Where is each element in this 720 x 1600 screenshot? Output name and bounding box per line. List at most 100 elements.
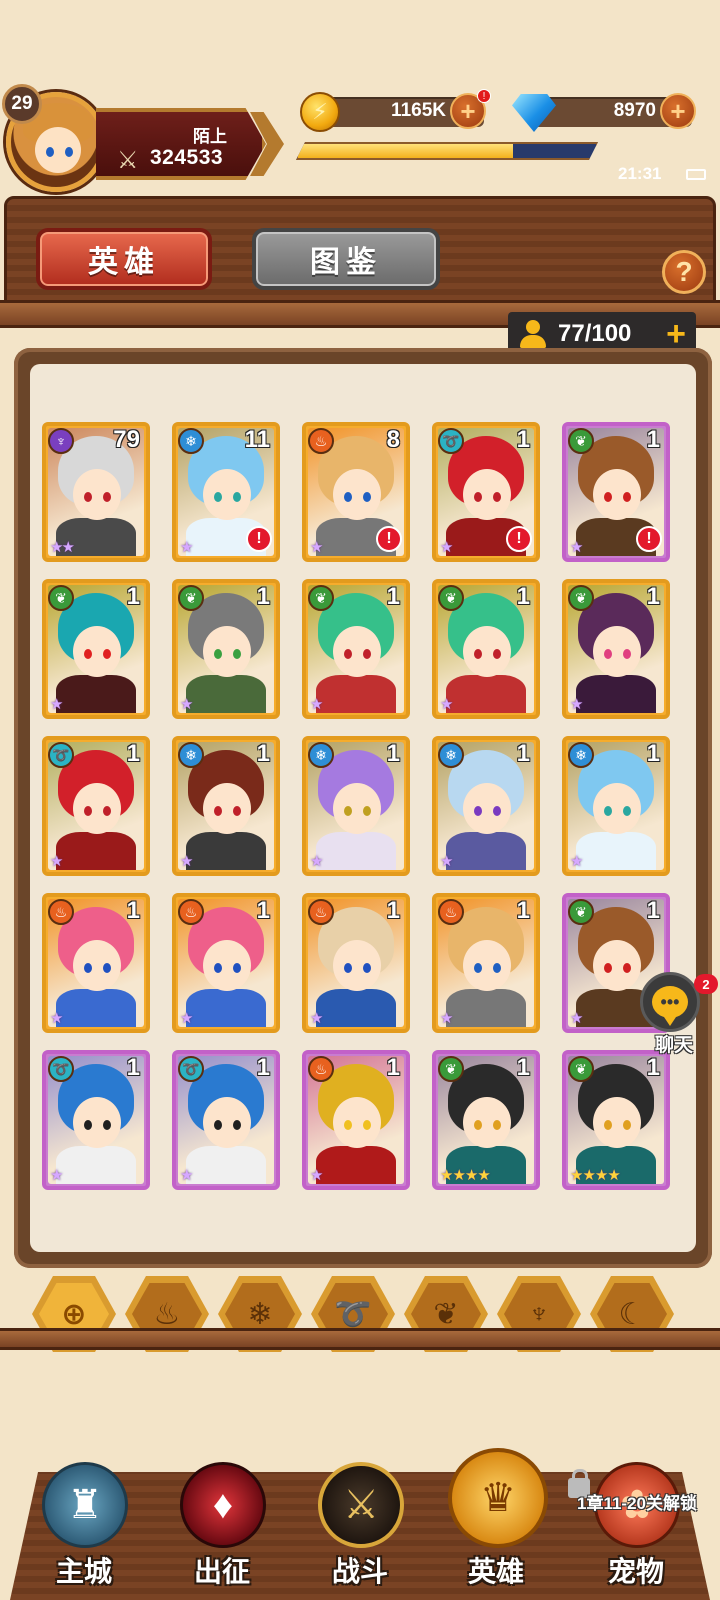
tab-heroes[interactable]: 英雄: [36, 228, 212, 290]
nav-battle-label: 战斗: [331, 1556, 388, 1587]
hero-card[interactable]: ➰ 1 ★: [42, 1050, 150, 1190]
add-gems-button[interactable]: +: [660, 93, 696, 129]
element-water-icon: ❄: [568, 742, 594, 768]
hero-star-rating: ★: [180, 696, 194, 713]
hero-level: 1: [646, 897, 660, 924]
hero-star-rating: ★: [440, 853, 454, 870]
nav-heroes[interactable]: ♛ 英雄: [436, 1448, 556, 1600]
player-level-badge: 29: [2, 84, 42, 124]
hero-level: 1: [516, 426, 530, 453]
nav-pets[interactable]: ✿ 宠物: [576, 1462, 696, 1600]
hero-card[interactable]: ❦ 1 ★★★★: [562, 1050, 670, 1190]
hero-card[interactable]: ❦ 1 ★: [432, 579, 540, 719]
wood-divider-bottom: [0, 1328, 720, 1350]
hero-card[interactable]: ❦ 1 ★: [42, 579, 150, 719]
hero-card[interactable]: ♨ 1 ★: [432, 893, 540, 1033]
gem-amount: 8970: [613, 100, 656, 121]
chat-bubble-icon: •••: [652, 986, 688, 1026]
hero-card[interactable]: ❦ 1 ★: [302, 579, 410, 719]
hero-level: 1: [126, 1054, 140, 1081]
element-fire-icon: ♨: [48, 899, 74, 925]
hero-card[interactable]: ➰ 1 ★: [172, 1050, 280, 1190]
hero-grid[interactable]: ♆ 79 ★★ ❄ 11 ★! ♨ 8 ★! ➰ 1 ★! ❦ 1 ★! ❦ 1 ★ ❦ 1 ★ ❦ 1 ★ ❦ 1 ★ ❦ 1 ★ ➰ 1 ★…: [30, 364, 696, 1252]
hero-level: 8: [386, 426, 400, 453]
element-wind-icon: ➰: [178, 1056, 204, 1082]
element-nature-icon: ❦: [438, 1056, 464, 1082]
hero-star-rating: ★: [570, 539, 584, 556]
nav-heroes-label: 英雄: [467, 1556, 524, 1587]
hero-level: 11: [244, 426, 270, 453]
hero-card[interactable]: ❄ 11 ★!: [172, 422, 280, 562]
hero-card[interactable]: ♨ 1 ★: [172, 893, 280, 1033]
hero-star-rating: ★: [50, 853, 64, 870]
hero-card[interactable]: ❦ 1 ★★★★: [432, 1050, 540, 1190]
hero-star-rating: ★: [570, 696, 584, 713]
hero-card[interactable]: ➰ 1 ★: [42, 736, 150, 876]
nav-expedition-label: 出征: [193, 1556, 250, 1587]
hero-star-rating: ★: [570, 1010, 584, 1027]
hero-card[interactable]: ♨ 8 ★!: [302, 422, 410, 562]
element-nature-icon: ❦: [568, 899, 594, 925]
element-wind-icon: ➰: [48, 742, 74, 768]
person-icon: [520, 320, 546, 348]
hero-level: 1: [386, 740, 400, 767]
element-fire-icon: ♨: [308, 428, 334, 454]
golden-helmet-icon: ♛: [448, 1448, 548, 1548]
gold-alert-badge: !: [477, 89, 491, 103]
hero-level: 1: [386, 897, 400, 924]
hero-level: 1: [126, 897, 140, 924]
hero-grid-frame: ♆ 79 ★★ ❄ 11 ★! ♨ 8 ★! ➰ 1 ★! ❦ 1 ★! ❦ 1 ★ ❦ 1 ★ ❦ 1 ★ ❦ 1 ★ ❦ 1 ★ ➰ 1 ★…: [14, 348, 712, 1268]
battery-icon: [686, 169, 706, 180]
nav-pets-label: 宠物: [607, 1556, 664, 1587]
nav-battle[interactable]: ⚔ 战斗: [300, 1462, 420, 1600]
hero-card[interactable]: ♨ 1 ★: [42, 893, 150, 1033]
hero-level: 1: [256, 1054, 270, 1081]
element-fire-icon: ♨: [178, 899, 204, 925]
hero-star-rating: ★: [310, 696, 324, 713]
hero-star-rating: ★★★★: [570, 1167, 621, 1184]
hero-card[interactable]: ♨ 1 ★: [302, 893, 410, 1033]
hero-card[interactable]: ❦ 1 ★: [172, 579, 280, 719]
gold-coin-icon: ⚡: [300, 92, 340, 132]
hero-card[interactable]: ❦ 1 ★: [562, 579, 670, 719]
hero-level: 1: [386, 583, 400, 610]
hero-star-rating: ★: [50, 1010, 64, 1027]
hero-card[interactable]: ➰ 1 ★!: [432, 422, 540, 562]
pets-unlock-requirement: 1章11-20关解锁: [577, 1494, 697, 1513]
hero-star-rating: ★: [310, 853, 324, 870]
hero-star-rating: ★: [310, 539, 324, 556]
crossed-swords-icon: ⚔: [117, 147, 139, 174]
hero-card[interactable]: ❦ 1 ★!: [562, 422, 670, 562]
hero-level: 1: [516, 1054, 530, 1081]
expand-capacity-button[interactable]: +: [666, 317, 686, 351]
hero-level: 1: [256, 583, 270, 610]
hero-star-rating: ★: [50, 696, 64, 713]
hero-card[interactable]: ♆ 79 ★★: [42, 422, 150, 562]
chat-button[interactable]: •••: [640, 972, 700, 1032]
hero-card[interactable]: ❄ 1 ★: [172, 736, 280, 876]
chat-unread-badge: 2: [694, 974, 718, 994]
element-fire-icon: ♨: [438, 899, 464, 925]
element-nature-icon: ❦: [568, 428, 594, 454]
tab-codex[interactable]: 图鉴: [252, 228, 440, 290]
hero-card[interactable]: ❄ 1 ★: [562, 736, 670, 876]
hero-star-rating: ★★: [50, 539, 75, 556]
hero-card[interactable]: ♨ 1 ★: [302, 1050, 410, 1190]
nav-expedition[interactable]: ♦ 出征: [162, 1462, 282, 1600]
nav-main-city[interactable]: ♜ 主城: [24, 1462, 144, 1600]
hero-card[interactable]: ❄ 1 ★: [432, 736, 540, 876]
hero-star-rating: ★: [180, 1010, 194, 1027]
hero-card[interactable]: ❄ 1 ★: [302, 736, 410, 876]
hero-level: 1: [256, 897, 270, 924]
experience-bar: [296, 142, 598, 160]
help-button[interactable]: ?: [662, 250, 706, 294]
element-nature-icon: ❦: [48, 585, 74, 611]
hero-star-rating: ★: [440, 1010, 454, 1027]
element-wind-icon: ➰: [48, 1056, 74, 1082]
element-water-icon: ❄: [438, 742, 464, 768]
hero-upgrade-alert-icon: !: [246, 526, 272, 552]
hero-star-rating: ★★★★: [440, 1167, 491, 1184]
red-gem-portal-icon: ♦: [180, 1462, 266, 1548]
element-nature-icon: ❦: [568, 585, 594, 611]
element-fire-icon: ♨: [308, 899, 334, 925]
